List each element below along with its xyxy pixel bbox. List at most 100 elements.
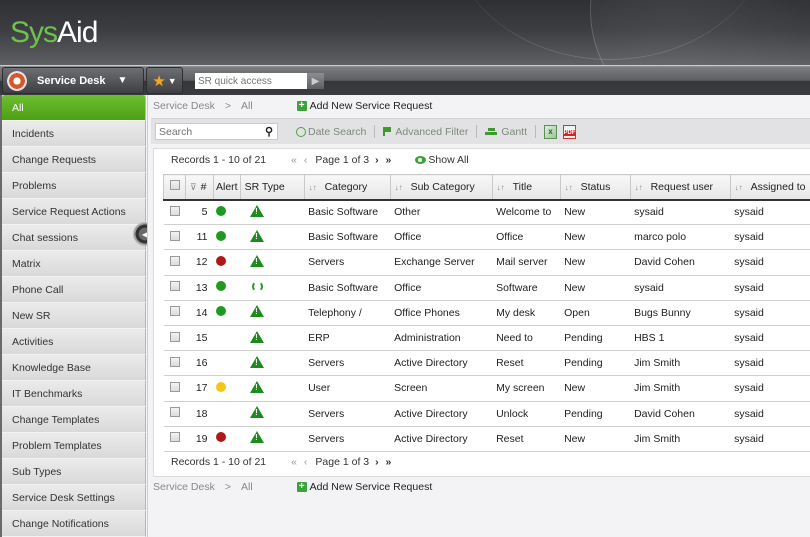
table-row[interactable]: 18 ServersActive DirectoryUnlockPendingDa…	[163, 401, 810, 427]
sidebar-item-problems[interactable]: Problems	[2, 173, 146, 199]
column-header-sr-type[interactable]: SR Type	[239, 174, 305, 201]
title-cell[interactable]: Software	[492, 275, 561, 301]
column-header-sub-category[interactable]: ↓↑ Sub Category	[389, 174, 493, 201]
sr-id[interactable]: 17	[185, 375, 214, 402]
sr-id[interactable]: 16	[185, 350, 214, 377]
sr-type-cell	[240, 249, 305, 276]
column-header-alert[interactable]: Alert	[213, 174, 241, 201]
add-new-sr-link[interactable]: + Add New Service Request	[296, 100, 432, 112]
category-cell: Basic Software	[304, 275, 391, 301]
title-cell[interactable]: Need to	[492, 325, 561, 352]
table-row[interactable]: 11Basic SoftwareOfficeOfficeNewmarco pol…	[163, 224, 810, 251]
title-cell[interactable]: My desk	[492, 300, 561, 326]
sidebar-item-activities[interactable]: Activities	[2, 329, 146, 355]
warning-triangle-icon	[250, 355, 265, 368]
table-row[interactable]: 19 ServersActive DirectoryResetNewJim Smi…	[163, 426, 810, 452]
sidebar-item-problem-templates[interactable]: Problem Templates	[2, 433, 146, 459]
table-row[interactable]: 5Basic SoftwareOtherWelcome toNewsysaids…	[163, 199, 810, 226]
first-page-button[interactable]: « ‹	[291, 154, 309, 166]
breadcrumb-current: All	[241, 481, 253, 493]
add-new-sr-link[interactable]: + Add New Service Request	[296, 481, 433, 493]
row-checkbox[interactable]	[169, 255, 180, 266]
row-checkbox[interactable]	[169, 205, 180, 216]
advanced-filter-button[interactable]: Advanced Filter	[383, 126, 468, 138]
sr-id[interactable]: 18	[185, 401, 214, 427]
select-all-checkbox[interactable]	[169, 180, 180, 191]
quick-access-go-button[interactable]: ▶	[307, 73, 324, 89]
table-row[interactable]: 14 Telephony /Office PhonesMy deskOpenBug…	[163, 300, 810, 326]
sr-id[interactable]: 13	[185, 275, 214, 301]
table-row[interactable]: 15 ERPAdministrationNeed toPendingHBS 1sy…	[163, 325, 810, 352]
pdf-export-icon[interactable]: PDF	[563, 124, 577, 139]
sr-id[interactable]: 14	[185, 300, 214, 326]
sr-id[interactable]: 19	[185, 426, 214, 452]
row-checkbox[interactable]	[169, 381, 180, 392]
sr-quick-access-input[interactable]	[195, 73, 307, 89]
row-checkbox[interactable]	[169, 331, 180, 342]
sidebar-item-knowledge-base[interactable]: Knowledge Base	[2, 355, 146, 381]
show-all-button[interactable]: Show All	[415, 154, 469, 166]
title-cell[interactable]: Unlock	[492, 401, 561, 427]
gantt-button[interactable]: Gantt	[485, 126, 527, 138]
row-checkbox[interactable]	[169, 306, 180, 317]
next-page-button[interactable]: › »	[375, 456, 393, 468]
table-row[interactable]: 17 UserScreenMy screenNewJim Smithsysaid	[163, 375, 810, 402]
column-header-status[interactable]: ↓↑ Status	[559, 174, 631, 201]
assigned-to-cell: sysaid	[730, 375, 810, 402]
column-header-category[interactable]: ↓↑ Category	[303, 174, 391, 201]
column-header-title[interactable]: ↓↑ Title	[491, 174, 561, 201]
sr-id[interactable]: 12	[185, 249, 214, 276]
sidebar-item-it-benchmarks[interactable]: IT Benchmarks	[2, 381, 146, 407]
table-row[interactable]: 13 Basic Software Office Software New sysaid s…	[163, 275, 810, 301]
sidebar-item-service-request-actions[interactable]: Service Request Actions	[2, 199, 146, 225]
sr-id[interactable]: 15	[185, 325, 214, 352]
row-checkbox[interactable]	[169, 281, 180, 292]
breadcrumb-root-link[interactable]: Service Desk	[153, 100, 215, 112]
title-cell[interactable]: Office	[492, 224, 561, 251]
first-page-button[interactable]: « ‹	[291, 456, 309, 468]
sr-id[interactable]: 11	[185, 224, 214, 251]
status-cell: Open	[560, 300, 631, 326]
sidebar-item-phone-call[interactable]: Phone Call	[2, 277, 146, 303]
row-checkbox[interactable]	[169, 432, 180, 443]
column-header-id[interactable]: ⊽ #	[185, 174, 214, 201]
add-new-sr-label: Add New Service Request	[309, 481, 433, 493]
sidebar-item-service-desk-settings[interactable]: Service Desk Settings	[2, 485, 146, 511]
table-header-row: ⊽ # Alert SR Type ↓↑ Category ↓↑ Sub Catego…	[163, 174, 810, 201]
sidebar-item-change-requests[interactable]: Change Requests	[2, 147, 146, 173]
title-cell[interactable]: My screen	[492, 375, 561, 402]
title-cell[interactable]: Reset	[492, 350, 561, 377]
column-header-assigned-to[interactable]: ↓↑ Assigned to	[729, 174, 810, 201]
sidebar-item-change-notifications[interactable]: Change Notifications	[2, 511, 146, 537]
sidebar-item-change-templates[interactable]: Change Templates	[2, 407, 146, 433]
row-checkbox[interactable]	[169, 407, 180, 418]
sidebar-item-sub-types[interactable]: Sub Types	[2, 459, 146, 485]
sidebar-item-all[interactable]: All	[2, 95, 146, 121]
favorites-button[interactable]: ★ ▼	[146, 67, 183, 94]
category-cell: Servers	[304, 249, 391, 276]
plus-icon: +	[296, 482, 307, 492]
eye-icon	[415, 156, 427, 164]
row-checkbox[interactable]	[169, 356, 180, 367]
title-cell[interactable]: Mail server	[492, 249, 561, 276]
search-icon[interactable]: ⚲	[265, 125, 273, 138]
refresh-cycle-icon	[252, 280, 264, 292]
sr-id[interactable]: 5	[185, 199, 214, 226]
module-switcher-button[interactable]: Service Desk ▼	[2, 67, 144, 94]
title-cell[interactable]: Reset	[492, 426, 561, 452]
next-page-button[interactable]: › »	[375, 154, 393, 166]
date-search-button[interactable]: Date Search	[296, 126, 366, 138]
table-row[interactable]: 16 ServersActive DirectoryResetPendingJim…	[163, 350, 810, 377]
title-cell[interactable]: Welcome to	[492, 199, 561, 226]
column-header-request-user[interactable]: ↓↑ Request user	[629, 174, 731, 201]
sidebar-item-matrix[interactable]: Matrix	[2, 251, 146, 277]
breadcrumb-root-link[interactable]: Service Desk	[153, 481, 215, 493]
table-row[interactable]: 12 ServersExchange ServerMail serverNewDa…	[163, 249, 810, 276]
app-header: SysAid	[0, 0, 810, 65]
excel-export-icon[interactable]: x	[544, 124, 558, 139]
row-checkbox[interactable]	[169, 230, 180, 241]
sidebar-item-new-sr[interactable]: New SR	[2, 303, 146, 329]
sidebar-item-incidents[interactable]: Incidents	[2, 121, 146, 147]
sidebar-item-chat-sessions[interactable]: Chat sessions	[2, 225, 146, 251]
search-input[interactable]	[156, 124, 256, 139]
